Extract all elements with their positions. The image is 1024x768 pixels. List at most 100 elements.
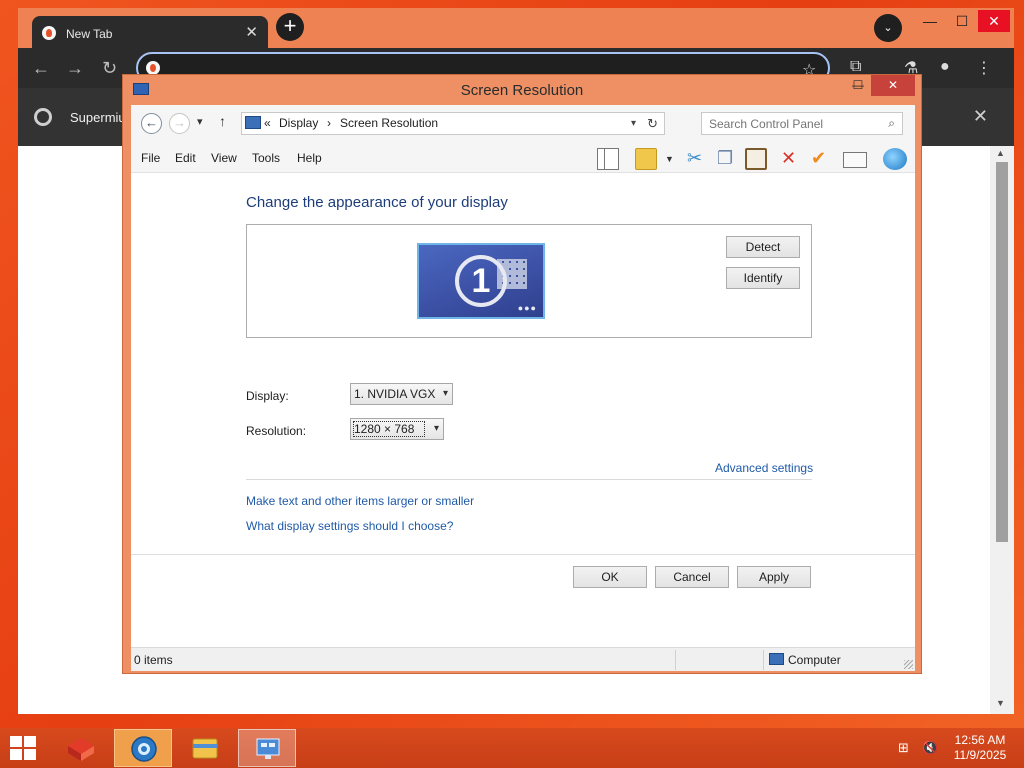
menu-view[interactable]: View [211,151,237,165]
window-close-button[interactable]: ✕ [871,75,915,96]
scroll-up-icon[interactable]: ▲ [996,148,1005,158]
explorer-address-area: ← → ▾ ↑ « Display › Screen Resolution ▾ … [131,105,915,143]
advanced-settings-link[interactable]: Advanced settings [715,461,813,475]
volume-muted-icon[interactable]: 🔇 [922,740,938,756]
divider [246,479,812,480]
taskbar: ⊞ 🔇 12:56 AM 11/9/2025 [0,728,1024,768]
window-titlebar[interactable]: Screen Resolution — ☐ ✕ [123,75,921,105]
refresh-icon[interactable]: ↻ [647,113,658,134]
window-title: Screen Resolution [460,82,584,99]
screen-resolution-window: Screen Resolution — ☐ ✕ ← → ▾ ↑ « Displa… [122,74,922,674]
menu-kebab-icon[interactable]: ⋮ [976,58,992,78]
status-bar: 0 items Computer [131,647,915,671]
properties-icon[interactable] [843,152,867,168]
scroll-down-icon[interactable]: ▼ [996,698,1005,708]
breadcrumb-separator[interactable]: › [327,113,331,134]
back-button-icon[interactable]: ← [141,113,162,134]
page-title: Change the appearance of your display [246,194,508,211]
display-label: Display: [246,389,289,403]
browser-scrollbar[interactable]: ▲ ▼ [990,146,1014,714]
breadcrumb-prefix: « [264,116,271,130]
breadcrumb[interactable]: « Display › Screen Resolution ▾ ↻ [241,112,665,135]
cancel-button[interactable]: Cancel [655,566,729,588]
menu-tools[interactable]: Tools [252,151,280,165]
recent-locations-icon[interactable]: ▾ [197,115,203,128]
footer-divider [131,554,915,555]
breadcrumb-item-screen-resolution[interactable]: Screen Resolution [340,113,438,134]
scroll-thumb[interactable] [996,162,1008,542]
apply-button[interactable]: Apply [737,566,811,588]
browser-minimize-button[interactable]: — [914,10,946,32]
tab-search-button[interactable]: ⌄ [874,14,902,42]
menu-help[interactable]: Help [297,151,322,165]
infobar-close-icon[interactable]: ✕ [973,106,988,127]
globe-icon[interactable] [883,148,907,170]
monitor-dots-icon: ●●● [517,303,537,313]
ok-button[interactable]: OK [573,566,647,588]
taskbar-clock[interactable]: 12:56 AM 11/9/2025 [940,733,1020,763]
start-button[interactable] [10,736,38,762]
chromium-logo-icon [34,108,52,126]
resize-grip-icon[interactable] [904,660,913,669]
status-divider [763,650,764,670]
up-arrow-icon[interactable]: ↑ [219,113,226,129]
windows-logo-icon [24,749,36,760]
display-location-icon [245,116,261,129]
menu-bar: File Edit View Tools Help ▼ ✂ ❐ ✕ ✔ [131,143,915,173]
windows-logo-icon [24,736,36,747]
folder-options-icon[interactable] [635,148,657,170]
reload-icon[interactable]: ↻ [102,58,117,79]
back-icon[interactable]: ← [32,58,50,79]
taskbar-browser[interactable] [114,729,172,767]
folder-options-dropdown-icon[interactable]: ▼ [665,154,674,164]
taskbar-control-panel[interactable] [238,729,296,767]
windows-logo-icon [10,736,22,747]
address-dropdown-icon[interactable]: ▾ [631,113,636,134]
paste-icon[interactable] [745,148,767,170]
browser-tabstrip: New Tab ✕ + ⌄ — ☐ ✕ [18,8,1014,48]
taskbar-app-store[interactable] [52,729,110,767]
identify-button[interactable]: Identify [726,267,800,289]
status-location: Computer [788,653,841,667]
infobar-label: Supermiu [70,110,126,125]
clock-time: 12:56 AM [954,733,1006,747]
search-box[interactable]: ⌕ [701,112,903,135]
display-help-link[interactable]: What display settings should I choose? [246,519,453,533]
copy-icon[interactable]: ❐ [717,147,733,169]
resolution-select[interactable]: 1280 × 768 ▾ [350,418,444,440]
cut-icon[interactable]: ✂ [687,147,702,169]
text-size-link[interactable]: Make text and other items larger or smal… [246,494,474,508]
profile-icon[interactable]: ● [940,58,950,76]
browser-maximize-button[interactable]: ☐ [946,10,978,32]
menu-file[interactable]: File [141,151,160,165]
checkmark-icon[interactable]: ✔ [811,147,826,169]
control-panel-taskbar-icon [256,738,280,759]
monitor-1-tile[interactable]: 1 ●●● [417,243,545,319]
browser-close-button[interactable]: ✕ [978,10,1010,32]
tab-title: New Tab [66,27,113,41]
preview-pane-icon[interactable] [597,148,619,170]
folder-icon [192,738,218,759]
search-input[interactable] [702,113,878,134]
delete-icon[interactable]: ✕ [781,147,796,169]
display-select[interactable]: 1. NVIDIA VGX ▾ [350,383,453,405]
new-tab-button[interactable]: + [276,13,304,41]
display-preview-panel: 1 ●●● Detect Identify [246,224,812,338]
search-icon[interactable]: ⌕ [888,116,895,131]
browser-tab[interactable]: New Tab ✕ [32,16,268,48]
forward-icon[interactable]: → [66,58,84,79]
items-count: 0 items [134,653,173,667]
tab-close-icon[interactable]: ✕ [245,23,258,41]
breadcrumb-item-display[interactable]: Display [279,113,318,134]
clock-date: 11/9/2025 [953,748,1007,762]
taskbar-file-explorer[interactable] [176,729,234,767]
detect-button[interactable]: Detect [726,236,800,258]
windows-logo-icon [10,749,22,760]
forward-button-icon[interactable]: → [169,113,190,134]
store-icon [68,738,94,761]
resolution-label: Resolution: [246,424,307,438]
network-icon[interactable]: ⊞ [898,740,909,756]
menu-edit[interactable]: Edit [175,151,196,165]
window-maximize-button[interactable]: ☐ [845,75,871,96]
display-select-value: 1. NVIDIA VGX [354,387,436,401]
